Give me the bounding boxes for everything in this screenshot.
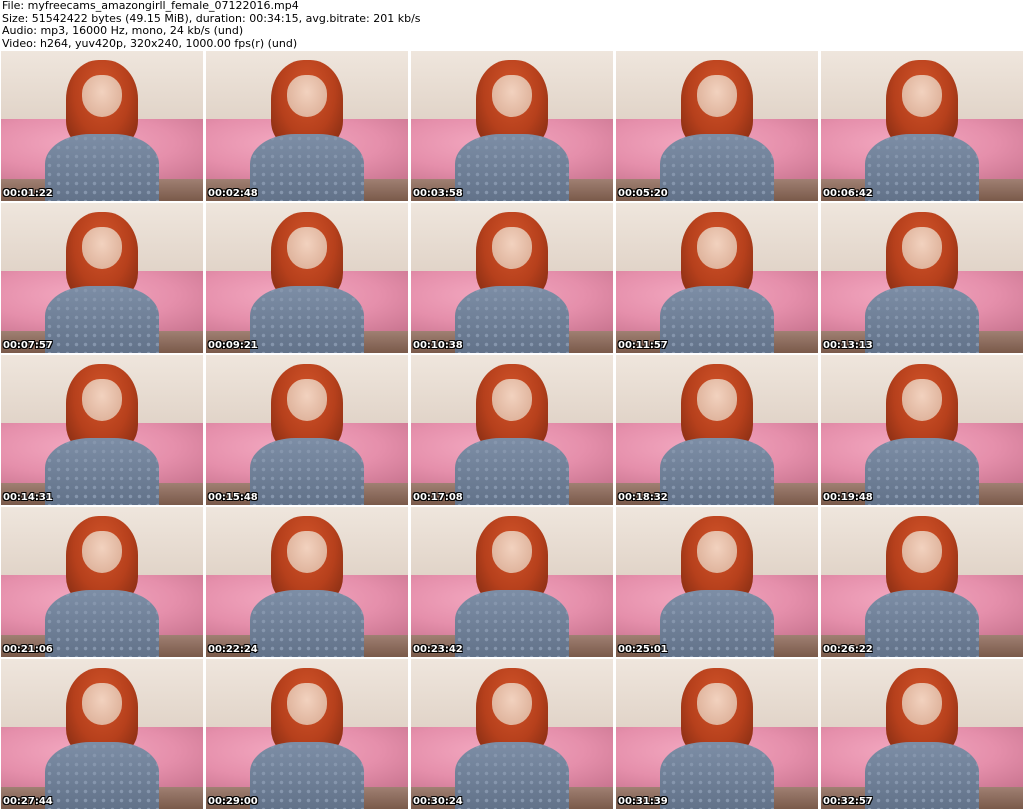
frame-timestamp: 00:32:57 <box>823 796 873 807</box>
file-info-header: File: myfreecams_amazongirll_female_0712… <box>2 0 1022 50</box>
thumbnail-frame: 00:15:48 <box>206 355 408 505</box>
frame-timestamp: 00:23:42 <box>413 644 463 655</box>
frame-timestamp: 00:10:38 <box>413 340 463 351</box>
thumbnail-frame: 00:13:13 <box>821 203 1023 353</box>
thumbnail-frame: 00:19:48 <box>821 355 1023 505</box>
thumbnail-frame: 00:17:08 <box>411 355 613 505</box>
thumbnail-frame: 00:09:21 <box>206 203 408 353</box>
thumbnail-grid: 00:01:22 00:02:48 00:03:58 00:05:20 00:0… <box>1 51 1023 811</box>
thumbnail-frame: 00:21:06 <box>1 507 203 657</box>
thumbnail-frame: 00:01:22 <box>1 51 203 201</box>
thumbnail-frame: 00:02:48 <box>206 51 408 201</box>
frame-timestamp: 00:21:06 <box>3 644 53 655</box>
thumbnail-frame: 00:03:58 <box>411 51 613 201</box>
thumbnail-frame: 00:30:24 <box>411 659 613 809</box>
frame-timestamp: 00:29:00 <box>208 796 258 807</box>
thumbnail-frame: 00:27:44 <box>1 659 203 809</box>
thumbnail-frame: 00:11:57 <box>616 203 818 353</box>
frame-timestamp: 00:11:57 <box>618 340 668 351</box>
thumbnail-frame: 00:26:22 <box>821 507 1023 657</box>
frame-timestamp: 00:05:20 <box>618 188 668 199</box>
frame-timestamp: 00:27:44 <box>3 796 53 807</box>
thumbnail-frame: 00:23:42 <box>411 507 613 657</box>
video-info-line: Video: h264, yuv420p, 320x240, 1000.00 f… <box>2 36 298 50</box>
frame-timestamp: 00:25:01 <box>618 644 668 655</box>
thumbnail-frame: 00:07:57 <box>1 203 203 353</box>
file-name-line: File: myfreecams_amazongirll_female_0712… <box>2 0 299 12</box>
frame-timestamp: 00:03:58 <box>413 188 463 199</box>
thumbnail-frame: 00:18:32 <box>616 355 818 505</box>
thumbnail-frame: 00:10:38 <box>411 203 613 353</box>
frame-timestamp: 00:15:48 <box>208 492 258 503</box>
thumbnail-frame: 00:32:57 <box>821 659 1023 809</box>
thumbnail-frame: 00:05:20 <box>616 51 818 201</box>
frame-timestamp: 00:06:42 <box>823 188 873 199</box>
thumbnail-frame: 00:25:01 <box>616 507 818 657</box>
frame-timestamp: 00:02:48 <box>208 188 258 199</box>
frame-timestamp: 00:07:57 <box>3 340 53 351</box>
frame-timestamp: 00:19:48 <box>823 492 873 503</box>
frame-timestamp: 00:13:13 <box>823 340 873 351</box>
frame-timestamp: 00:31:39 <box>618 796 668 807</box>
thumbnail-frame: 00:14:31 <box>1 355 203 505</box>
thumbnail-frame: 00:31:39 <box>616 659 818 809</box>
thumbnail-frame: 00:06:42 <box>821 51 1023 201</box>
frame-timestamp: 00:14:31 <box>3 492 53 503</box>
frame-timestamp: 00:30:24 <box>413 796 463 807</box>
audio-info-line: Audio: mp3, 16000 Hz, mono, 24 kb/s (und… <box>2 24 244 37</box>
frame-timestamp: 00:17:08 <box>413 492 463 503</box>
frame-timestamp: 00:09:21 <box>208 340 258 351</box>
frame-timestamp: 00:18:32 <box>618 492 668 503</box>
frame-timestamp: 00:01:22 <box>3 188 53 199</box>
thumbnail-frame: 00:29:00 <box>206 659 408 809</box>
frame-timestamp: 00:26:22 <box>823 644 873 655</box>
frame-timestamp: 00:22:24 <box>208 644 258 655</box>
thumbnail-frame: 00:22:24 <box>206 507 408 657</box>
